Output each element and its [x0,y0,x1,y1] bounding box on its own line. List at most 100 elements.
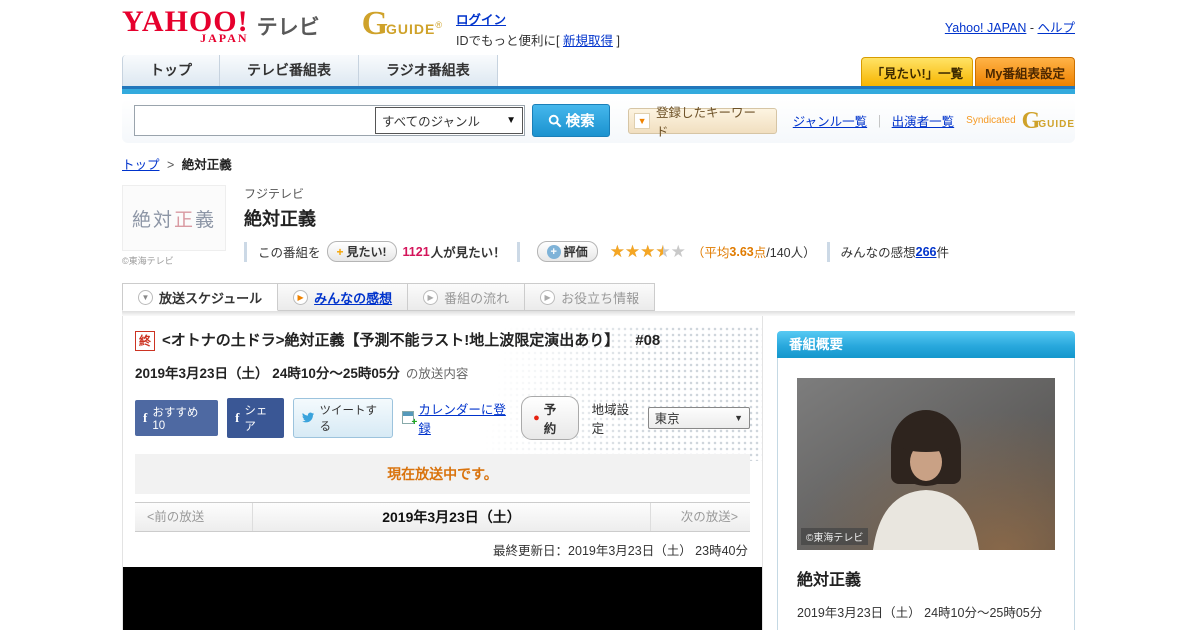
chevron-down-icon: ▼ [506,115,517,126]
genre-select[interactable]: すべてのジャンル ▼ [375,107,524,134]
genre-list-link[interactable]: ジャンル一覧 [793,115,867,129]
record-dot-icon: ● [533,411,540,424]
star-rating-fill: ★★★★★ [609,243,663,260]
region-label: 地域設定 [591,402,630,436]
arrow-down-icon: ▼ [138,289,153,305]
episode-datetime-text: 2019年3月23日（土） 24時10分～25時05分 [135,365,400,381]
last-updated: 最終更新日：2019年3月23日（土） 23時40分 [493,543,748,558]
top-links: Yahoo! JAPAN - ヘルプ [945,7,1075,36]
next-broadcast-button[interactable]: 次の放送> [650,502,750,531]
impressions-count-link[interactable]: 266 [916,245,937,259]
broadcast-status-bar: 現在放送中です。 [135,453,750,494]
nav-accent-bar [122,86,1075,94]
breadcrumb: トップ > 絶対正義 [122,154,1075,173]
main-nav: トップ テレビ番組表 ラジオ番組表 「見たい!」一覧 My番組表設定 [122,55,1075,86]
program-header: 絶対正義 ©東海テレビ フジテレビ 絶対正義 この番組を + 見たい! 1121 [122,185,1075,267]
mitai-count-suffix: 人が見たい！ [430,246,506,260]
search-panel: すべてのジャンル ▼ 検索 ▼ 登録したキーワード ジャンル一覧 ｜ 出演者一覧 S… [122,99,1075,143]
login-promo-close: ] [612,34,620,48]
episode-title: 終 <オトナの土ドラ>絶対正義【予測不能ラスト!地上波限定演出あり】 #08 [135,330,735,353]
divider [244,241,247,262]
mitai-list-button[interactable]: 「見たい!」一覧 [861,57,974,86]
tab-program-flow[interactable]: ▶ 番組の流れ [408,283,526,311]
gguide-word: GUIDE [386,21,436,37]
yahoo-japan-link[interactable]: Yahoo! JAPAN [945,21,1027,35]
gguide-g: G [361,5,389,42]
gguide-word: GUIDE [1038,119,1075,130]
prev-broadcast-button[interactable]: <前の放送 [135,502,253,531]
sidebar-program-title: 絶対正義 [797,572,862,589]
facebook-share-label: シェア [244,404,268,433]
mitai-button[interactable]: + 見たい! [326,241,397,262]
tweet-button[interactable]: ツイートする [293,397,394,438]
thumb-char: 絶 [131,209,153,231]
login-link[interactable]: ログイン [456,13,506,27]
my-timetable-settings-button[interactable]: My番組表設定 [975,57,1075,86]
performer-list-link[interactable]: 出演者一覧 [892,115,955,129]
sidebar-datetime: 2019年3月23日（土） 24時10分～25時05分 [797,606,1043,620]
thumbnail-credit: ©東海テレビ [122,256,174,266]
rating-average-label: （平均 [691,246,730,260]
rating-average-unit: 点 [753,246,767,260]
nav-tab-tv-listings[interactable]: テレビ番組表 [220,55,359,86]
link-separator: - [1026,21,1038,35]
sidebar-header: 番組概要 [777,331,1075,358]
photo-credit: ©東海テレビ [801,528,869,545]
gguide-logo: G GUIDE ® [361,5,442,42]
calendar-register-link[interactable]: カレンダーに登録 [418,399,512,437]
register-link[interactable]: 新規取得 [563,34,613,48]
reserve-label: 予約 [543,402,557,436]
social-row: f おすすめ 10 f シェア ツイートする + カレンダーに登録 ● 予約 地… [135,395,750,440]
program-thumbnail: 絶対正義 [122,185,226,251]
breadcrumb-current: 絶対正義 [181,158,232,172]
yahoo-japan-logo[interactable]: YAHOO! JAPAN [122,7,249,46]
tab-label: 放送スケジュール [159,290,263,306]
rating-count: /140人） [766,246,816,260]
episode-title-text: <オトナの土ドラ>絶対正義【予測不能ラスト!地上波限定演出あり】 [162,332,620,349]
service-name: テレビ [256,16,320,39]
search-input[interactable] [139,109,379,132]
login-promo-text: IDでもっと便利に[ [456,34,563,48]
arrow-right-icon: ▶ [423,289,439,305]
chevron-down-icon: ▼ [634,112,650,129]
star-rating: ★★★★★ ★★★★★ [610,243,686,260]
region-select-value: 東京 [654,412,680,426]
breadcrumb-home-link[interactable]: トップ [122,158,160,172]
gguide-logo-small: G GUIDE [1022,109,1075,133]
syndicated-label: Syndicated [966,115,1016,126]
impressions-label: みんなの感想 [840,246,916,260]
facebook-icon: f [143,409,148,425]
facebook-recommend-button[interactable]: f おすすめ 10 [135,399,219,436]
chevron-down-icon: ▼ [734,412,743,423]
nav-tab-top[interactable]: トップ [122,55,220,86]
search-links: ジャンル一覧 ｜ 出演者一覧 [793,111,954,130]
arrow-right-icon: ▶ [293,289,309,305]
facebook-recommend-label: おすすめ 10 [152,406,199,432]
help-link[interactable]: ヘルプ [1037,21,1075,35]
nav-tab-radio-listings[interactable]: ラジオ番組表 [359,55,498,86]
tab-broadcast-schedule[interactable]: ▼ 放送スケジュール [122,283,279,311]
search-button[interactable]: 検索 [532,104,611,137]
registered-keywords-label: 登録したキーワード [655,105,756,139]
episode-datetime: 2019年3月23日（土） 24時10分～25時05分 の放送内容 [135,362,750,382]
rating-average-value: 3.63 [729,244,754,259]
page: YAHOO! JAPAN テレビ G GUIDE ® ログイン IDでもっと便利… [0,0,1200,630]
rate-button[interactable]: + 評価 [536,241,598,262]
tab-impressions[interactable]: ▶ みんなの感想 [278,283,409,311]
final-episode-badge: 終 [135,331,156,351]
region-select[interactable]: 東京 ▼ [647,406,750,429]
login-area: ログイン IDでもっと便利に[ 新規取得 ] [456,7,620,49]
tab-useful-info[interactable]: ▶ お役立ち情報 [525,283,656,311]
search-icon [548,114,562,127]
facebook-share-button[interactable]: f シェア [227,397,285,438]
current-broadcast-date: 2019年3月23日（土） [382,508,521,525]
mitai-count: 1121 [402,244,430,259]
reserve-button[interactable]: ● 予約 [521,395,579,440]
divider [516,241,520,262]
links-separator: ｜ [873,115,886,129]
facebook-icon: f [235,409,240,425]
actress-photo-illustration [797,378,1055,550]
thumb-char: 義 [195,209,217,231]
registered-keywords-button[interactable]: ▼ 登録したキーワード [628,106,777,139]
tab-label-link[interactable]: みんなの感想 [314,288,392,307]
